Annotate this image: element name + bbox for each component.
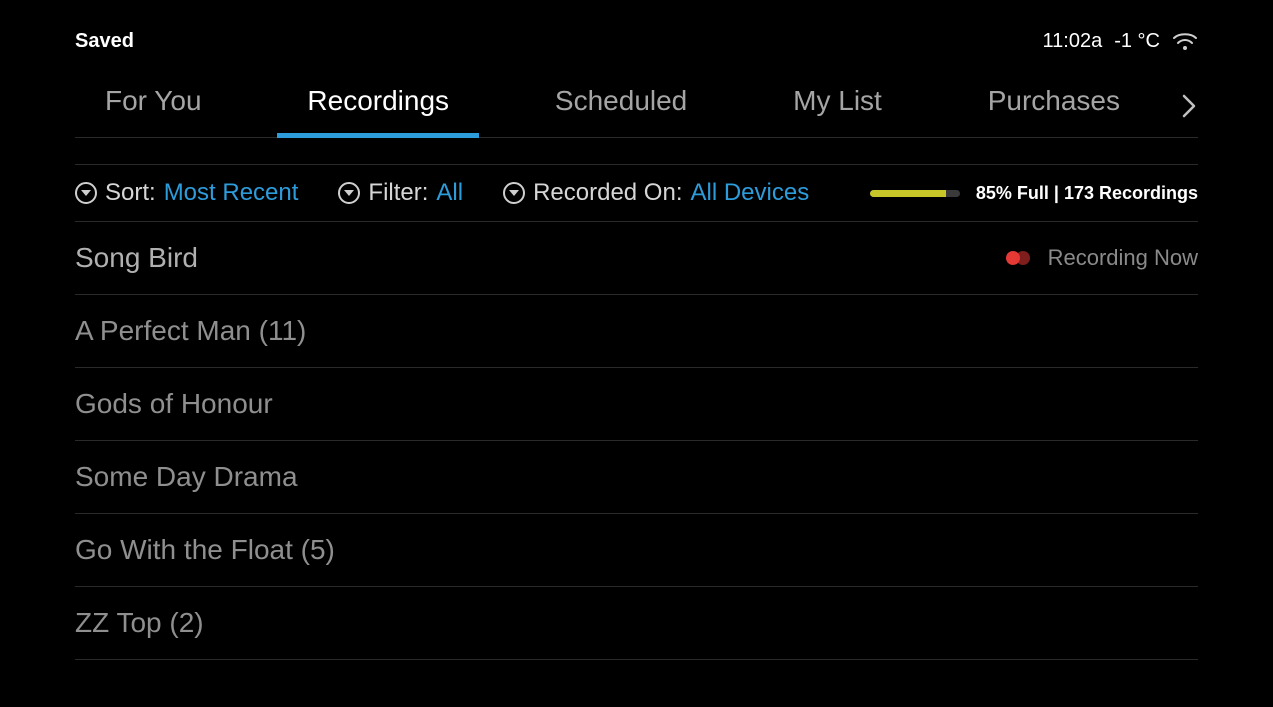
recording-now-badge: Recording Now (1006, 245, 1198, 271)
recording-title: Song Bird (75, 242, 198, 274)
dropdown-icon (75, 182, 97, 204)
filter-value: All (436, 179, 463, 207)
storage-bar (870, 190, 960, 197)
page-title: Saved (75, 30, 134, 53)
recorded-on-label: Recorded On: (533, 179, 682, 207)
recording-title: A Perfect Man (11) (75, 315, 306, 347)
tab-purchases[interactable]: Purchases (958, 75, 1150, 137)
sort-label: Sort: (105, 179, 156, 207)
recording-icon (1006, 251, 1034, 265)
tab-scheduled[interactable]: Scheduled (525, 75, 717, 137)
recording-title: ZZ Top (2) (75, 607, 204, 639)
recording-row[interactable]: A Perfect Man (11) (75, 295, 1198, 368)
recording-row[interactable]: Some Day Drama (75, 441, 1198, 514)
sort-dropdown[interactable]: Sort: Most Recent (75, 179, 298, 207)
sort-value: Most Recent (164, 179, 299, 207)
recorded-on-value: All Devices (691, 179, 810, 207)
recorded-on-dropdown[interactable]: Recorded On: All Devices (503, 179, 809, 207)
top-bar: Saved 11:02a -1 °C (75, 30, 1198, 53)
recording-row[interactable]: Gods of Honour (75, 368, 1198, 441)
tab-recordings[interactable]: Recordings (277, 75, 479, 137)
recording-row[interactable]: Song Bird Recording Now (75, 222, 1198, 295)
recording-title: Go With the Float (5) (75, 534, 335, 566)
clock: 11:02a (1043, 30, 1103, 53)
recording-row[interactable]: ZZ Top (2) (75, 587, 1198, 660)
tab-my-list[interactable]: My List (763, 75, 912, 137)
tabs-scroll-right[interactable] (1180, 92, 1198, 120)
recording-title: Gods of Honour (75, 388, 273, 420)
temperature: -1 °C (1114, 30, 1160, 53)
status-area: 11:02a -1 °C (1043, 30, 1198, 53)
storage-bar-fill (870, 190, 947, 197)
dropdown-icon (503, 182, 525, 204)
recording-badge-text: Recording Now (1048, 245, 1198, 271)
recording-row[interactable]: Go With the Float (5) (75, 514, 1198, 587)
dropdown-icon (338, 182, 360, 204)
tab-bar: For You Recordings Scheduled My List Pur… (75, 75, 1198, 138)
storage-text: 85% Full | 173 Recordings (976, 183, 1198, 204)
recording-title: Some Day Drama (75, 461, 298, 493)
recording-list: Song Bird Recording Now A Perfect Man (1… (75, 222, 1198, 660)
filter-dropdown[interactable]: Filter: All (338, 179, 463, 207)
wifi-icon (1172, 32, 1198, 52)
filter-bar: Sort: Most Recent Filter: All Recorded O… (75, 164, 1198, 222)
tab-for-you[interactable]: For You (75, 75, 232, 137)
filter-label: Filter: (368, 179, 428, 207)
